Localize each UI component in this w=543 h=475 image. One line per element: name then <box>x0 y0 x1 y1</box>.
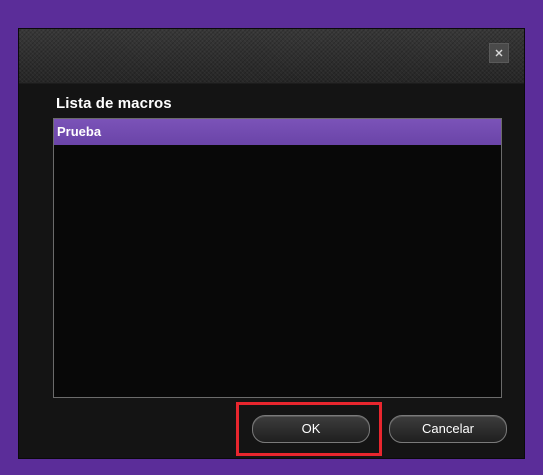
macro-list[interactable]: Prueba <box>53 118 502 398</box>
cancel-button[interactable]: Cancelar <box>389 415 507 443</box>
close-button[interactable] <box>489 43 509 63</box>
dialog-titlebar[interactable] <box>19 29 524 84</box>
close-icon <box>495 49 503 57</box>
list-heading: Lista de macros <box>56 95 172 112</box>
macro-list-dialog: Lista de macros Prueba OK Cancelar <box>19 29 524 458</box>
list-item-prueba[interactable]: Prueba <box>54 119 501 145</box>
ok-button[interactable]: OK <box>252 415 370 443</box>
